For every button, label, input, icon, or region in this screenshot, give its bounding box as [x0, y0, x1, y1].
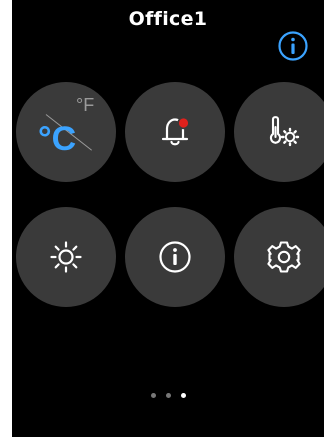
- info-circle-icon: [159, 241, 191, 273]
- info-circle-icon: [278, 31, 308, 61]
- page-indicator: [12, 393, 324, 398]
- sun-icon: [50, 241, 82, 273]
- page-dot-active[interactable]: [180, 393, 186, 398]
- settings-button[interactable]: [234, 207, 324, 307]
- bell-alert-icon: [161, 116, 190, 146]
- brightness-button[interactable]: [16, 207, 116, 307]
- alarms-button[interactable]: [125, 82, 225, 182]
- page-dot[interactable]: [150, 393, 156, 398]
- units-toggle-button[interactable]: °F °C: [16, 82, 116, 182]
- info-button[interactable]: [277, 30, 309, 62]
- celsius-label: °C: [38, 120, 77, 158]
- page-dot[interactable]: [165, 393, 171, 398]
- fahrenheit-label: °F: [76, 95, 95, 115]
- device-screen: Office1 °F °C: [12, 0, 324, 437]
- gear-icon: [267, 241, 301, 273]
- page-title: Office1: [128, 8, 208, 30]
- alert-badge: [178, 118, 189, 128]
- info-tile-button[interactable]: [125, 207, 225, 307]
- thermometer-gear-icon: [269, 116, 300, 147]
- temperature-settings-button[interactable]: [234, 82, 324, 182]
